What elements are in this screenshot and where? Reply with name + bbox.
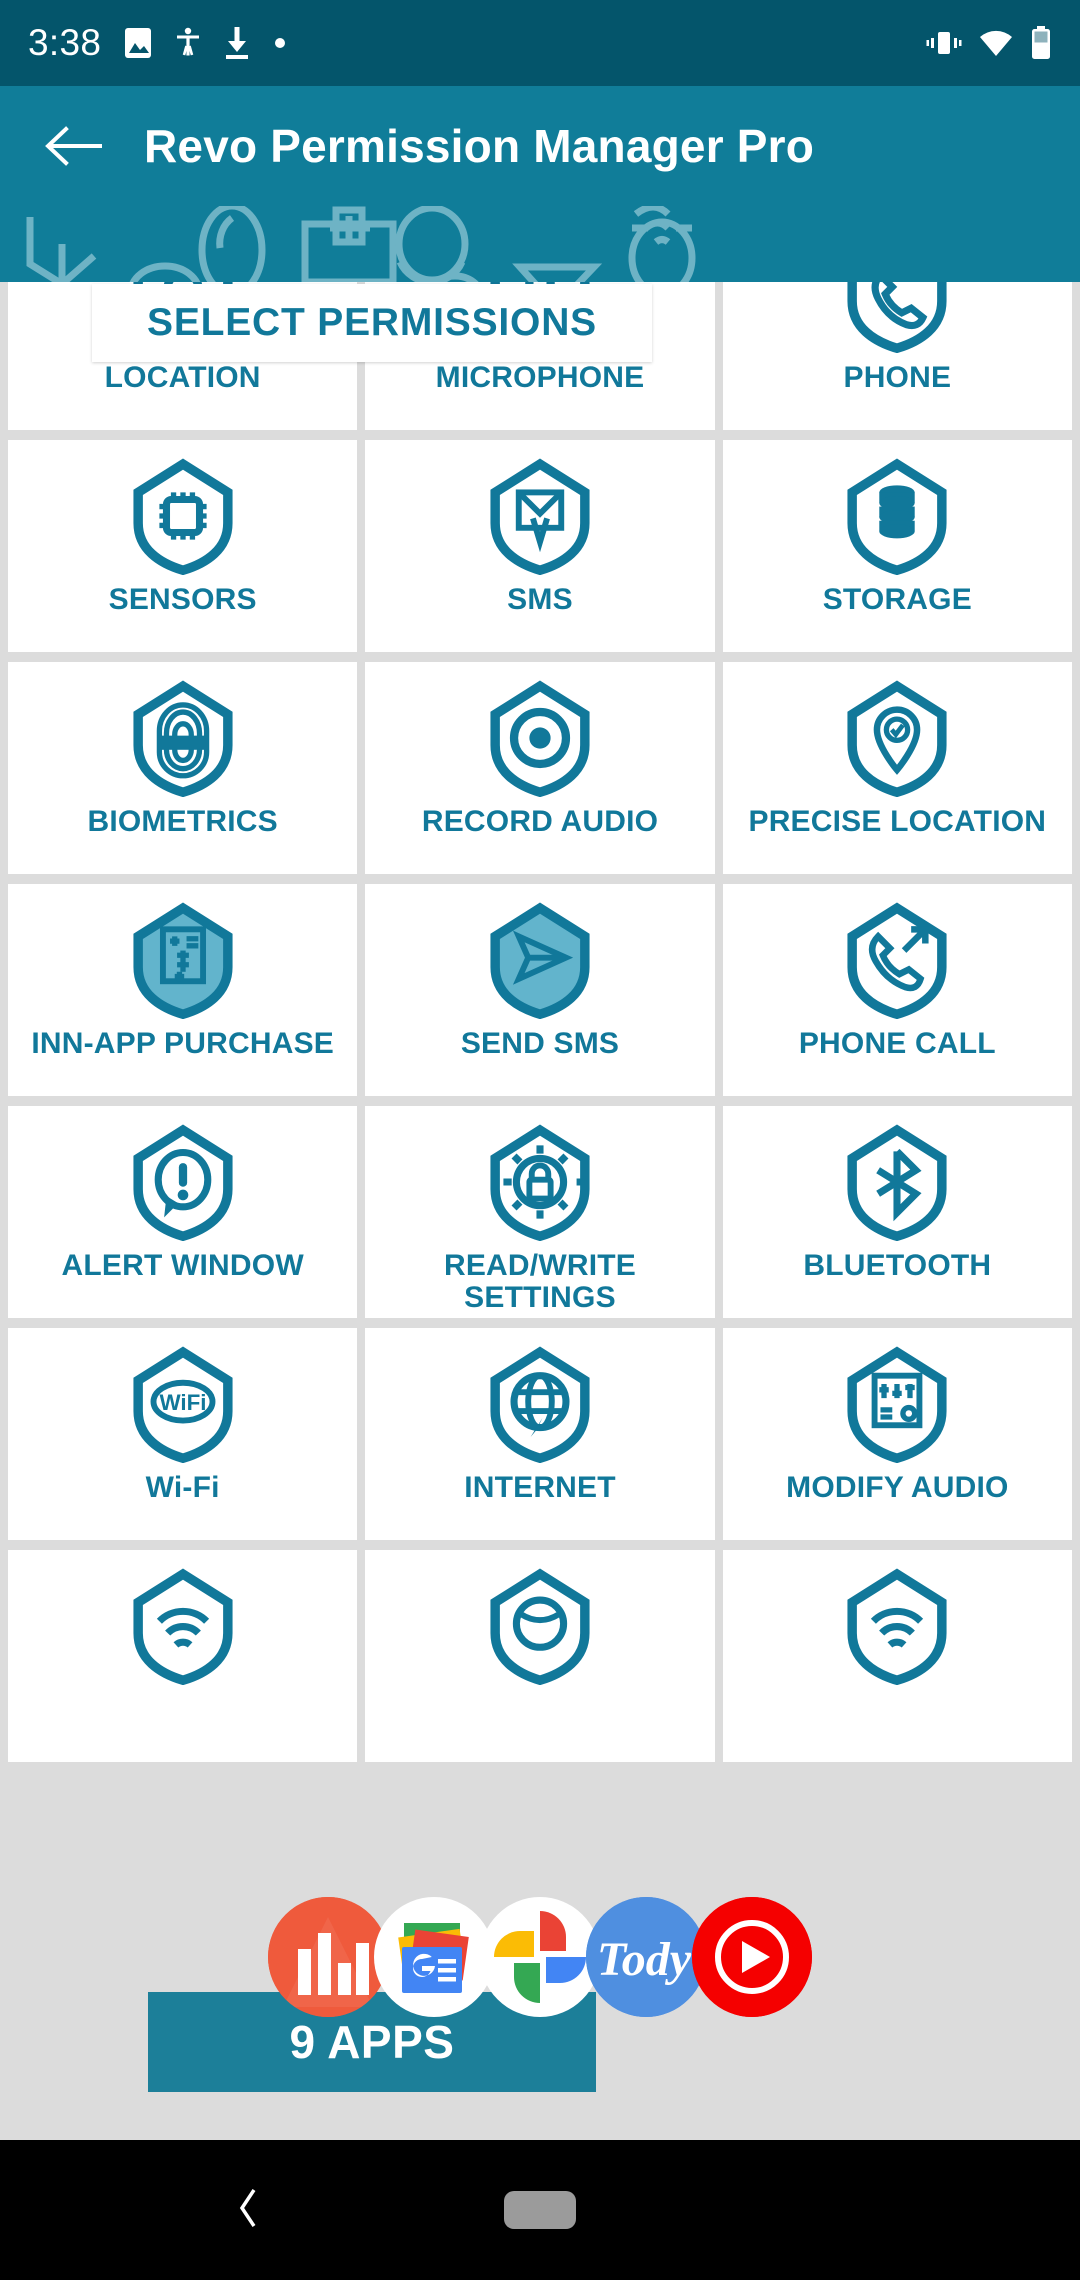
status-clock: 3:38 — [28, 22, 102, 63]
accessibility-icon — [175, 27, 201, 59]
permission-cell-precise-location[interactable]: PRECISE LOCATION — [722, 662, 1072, 874]
wifi-icon — [978, 28, 1014, 58]
shield-alert-bubble-icon — [124, 1120, 242, 1244]
permission-cell-extra-2[interactable] — [365, 1550, 715, 1762]
shield-call-out-icon — [838, 898, 956, 1022]
shield-chip-icon — [124, 454, 242, 578]
tody-icon: Tody — [586, 1897, 706, 2017]
app-chip-google-photos[interactable] — [480, 1897, 600, 2017]
shield-wifi-icon — [838, 1564, 956, 1688]
permission-cell-inn-app-purchase[interactable]: INN-APP PURCHASE — [8, 884, 358, 1096]
permission-cell-sensors[interactable]: SENSORS — [8, 440, 358, 652]
vibrate-icon — [926, 27, 962, 59]
status-bar-left: 3:38 — [28, 22, 287, 64]
app-bar: Revo Permission Manager Pro — [0, 86, 1080, 206]
permission-label: BIOMETRICS — [87, 805, 278, 838]
shield-equalizer-icon — [838, 1342, 956, 1466]
shield-send-icon — [481, 898, 599, 1022]
permission-label: ALERT WINDOW — [61, 1249, 304, 1282]
permission-cell-internet[interactable]: INTERNET — [365, 1328, 715, 1540]
shield-globe-icon — [481, 1564, 599, 1688]
shield-globe-icon — [481, 1342, 599, 1466]
app-chip-analytics[interactable] — [268, 1897, 388, 2017]
permission-cell-bluetooth[interactable]: BLUETOOTH — [722, 1106, 1072, 1318]
shield-wifi-icon: WiFi — [124, 1342, 242, 1466]
permission-label: RECORD AUDIO — [421, 805, 659, 838]
permission-cell-extra-3[interactable] — [722, 1550, 1072, 1762]
permission-label: BLUETOOTH — [803, 1249, 992, 1282]
permission-label: SENSORS — [108, 583, 257, 616]
nav-back-button[interactable] — [230, 2184, 266, 2237]
status-bar: 3:38 — [0, 0, 1080, 86]
permission-cell-biometrics[interactable]: BIOMETRICS — [8, 662, 358, 874]
shield-envelope-icon — [481, 454, 599, 578]
phone-screen: 3:38 Revo Permission Manager Pro LOCATIO… — [0, 0, 1080, 2280]
apps-count-label: 9 APPS — [289, 2016, 455, 2068]
shield-wifi-icon — [124, 1564, 242, 1688]
permission-label: Wi-Fi — [145, 1471, 220, 1504]
permission-label: PRECISE LOCATION — [748, 805, 1047, 838]
permission-cell-modify-audio[interactable]: MODIFY AUDIO — [722, 1328, 1072, 1540]
permission-cell-record-audio[interactable]: RECORD AUDIO — [365, 662, 715, 874]
permission-cell-storage[interactable]: STORAGE — [722, 440, 1072, 652]
shield-gear-lock-icon — [481, 1120, 599, 1244]
chevron-left-icon — [239, 2188, 256, 2227]
shield-pin-check-icon — [838, 676, 956, 800]
svg-text:Tody: Tody — [597, 1933, 692, 1986]
battery-icon — [1030, 26, 1052, 60]
permission-label: MODIFY AUDIO — [786, 1471, 1009, 1504]
permission-cell-phone[interactable]: PHONE — [722, 282, 1072, 430]
permission-label: PHONE — [843, 361, 952, 394]
nav-home-pill[interactable] — [504, 2191, 576, 2229]
app-chip-tody[interactable]: Tody — [586, 1897, 706, 2017]
permission-label: MICROPHONE — [435, 361, 645, 394]
permission-label: PHONE CALL — [798, 1027, 996, 1060]
page-title: Revo Permission Manager Pro — [144, 120, 815, 172]
header-decoration-band — [0, 206, 1080, 282]
permission-cell-extra-1[interactable] — [8, 1550, 358, 1762]
svg-text:WiFi: WiFi — [159, 1390, 206, 1415]
permission-label: INN-APP PURCHASE — [31, 1027, 334, 1060]
shield-bluetooth-icon — [838, 1120, 956, 1244]
permission-cell-phone-call[interactable]: PHONE CALL — [722, 884, 1072, 1096]
shield-database-icon — [838, 454, 956, 578]
download-icon — [223, 26, 251, 60]
shield-phone-icon — [838, 282, 956, 356]
bar-chart-icon — [268, 1897, 388, 2017]
permission-cell-send-sms[interactable]: SEND SMS — [365, 884, 715, 1096]
select-permissions-button[interactable]: SELECT PERMISSIONS — [92, 284, 652, 362]
dot-icon — [273, 36, 287, 50]
permissions-grid: LOCATION MICROPHONE PHONE SENSORS SMS ST… — [0, 282, 1080, 1762]
back-button[interactable] — [40, 111, 110, 181]
status-bar-right — [926, 26, 1052, 60]
decorative-permission-glyphs — [26, 206, 696, 282]
permission-label: INTERNET — [464, 1471, 616, 1504]
permission-cell-sms[interactable]: SMS — [365, 440, 715, 652]
shield-record-icon — [481, 676, 599, 800]
permission-label: SEND SMS — [460, 1027, 620, 1060]
app-chip-youtube-music[interactable] — [692, 1897, 812, 2017]
select-permissions-label: SELECT PERMISSIONS — [147, 301, 597, 344]
permission-cell-read-write-settings[interactable]: READ/WRITE SETTINGS — [365, 1106, 715, 1318]
shield-receipt-icon — [124, 898, 242, 1022]
arrow-left-icon — [45, 126, 102, 166]
google-photos-icon — [494, 1911, 586, 2003]
google-news-icon — [398, 1923, 469, 1993]
permission-label: READ/WRITE SETTINGS — [443, 1249, 636, 1315]
permission-cell-alert-window[interactable]: ALERT WINDOW — [8, 1106, 358, 1318]
permissions-grid-container[interactable]: LOCATION MICROPHONE PHONE SENSORS SMS ST… — [0, 282, 1080, 2140]
system-nav-bar — [0, 2140, 1080, 2280]
shield-fingerprint-icon — [124, 676, 242, 800]
app-chip-google-news[interactable] — [374, 1897, 494, 2017]
permission-label: STORAGE — [822, 583, 972, 616]
permission-cell-wifi[interactable]: WiFi Wi-Fi — [8, 1328, 358, 1540]
play-circle-icon — [692, 1897, 812, 2017]
permission-label: SMS — [507, 583, 573, 616]
permission-label: LOCATION — [104, 361, 261, 394]
image-icon — [123, 27, 153, 59]
